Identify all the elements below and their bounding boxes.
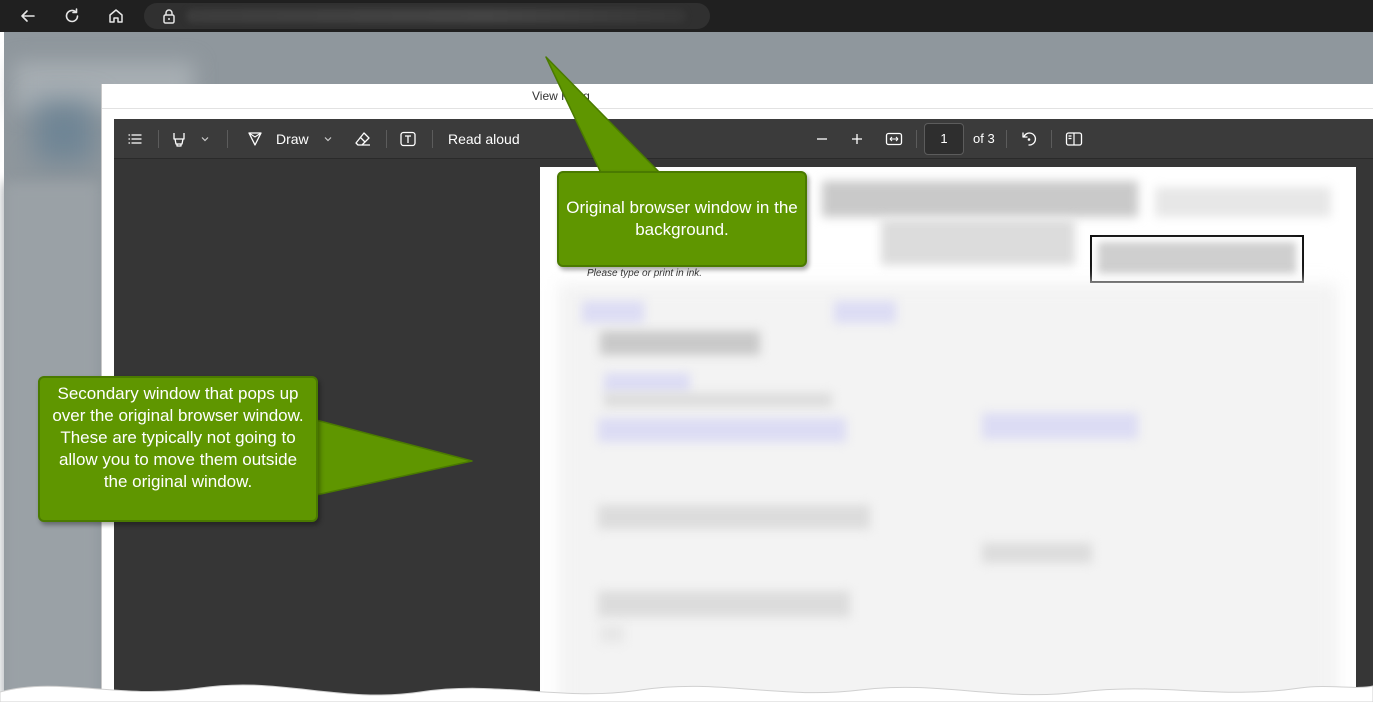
draw-pen-icon[interactable]: [246, 129, 264, 149]
page-total-label: of 3: [973, 131, 995, 146]
callout-original-window: Original browser window in the backgroun…: [557, 171, 807, 267]
zoom-out-icon[interactable]: [813, 129, 831, 149]
fit-to-width-icon[interactable]: [885, 129, 903, 149]
contents-list-icon[interactable]: [126, 129, 144, 149]
lock-icon: [160, 7, 178, 25]
read-aloud-button[interactable]: Read aloud: [448, 129, 520, 149]
read-aloud-label: Read aloud: [448, 131, 520, 147]
redacted-field-box: [1090, 235, 1304, 283]
url-text-redacted: [186, 9, 686, 23]
eraser-icon[interactable]: [354, 129, 372, 149]
zoom-in-icon[interactable]: [848, 129, 866, 149]
page-view-icon[interactable]: [1065, 129, 1083, 149]
pdf-toolbar: Draw Read aloud 1 of 3: [114, 119, 1373, 159]
page-number-input[interactable]: 1: [924, 123, 964, 155]
refresh-icon[interactable]: [59, 3, 85, 29]
highlight-icon[interactable]: [170, 129, 188, 149]
back-arrow-icon[interactable]: [15, 3, 41, 29]
text-box-icon[interactable]: [399, 129, 417, 149]
print-instruction-text: Please type or print in ink.: [587, 268, 703, 279]
rotate-icon[interactable]: [1020, 129, 1038, 149]
home-icon[interactable]: [103, 3, 129, 29]
browser-toolbar: [0, 0, 1373, 32]
draw-label: Draw: [276, 131, 309, 147]
draw-chevron-down-icon[interactable]: [323, 129, 333, 149]
draw-button[interactable]: Draw: [276, 129, 309, 149]
highlight-chevron-down-icon[interactable]: [200, 129, 210, 149]
callout-secondary-window: Secondary window that pops up over the o…: [38, 376, 318, 522]
popup-window-title: View Filing: [102, 84, 1373, 109]
address-bar[interactable]: [144, 3, 710, 29]
